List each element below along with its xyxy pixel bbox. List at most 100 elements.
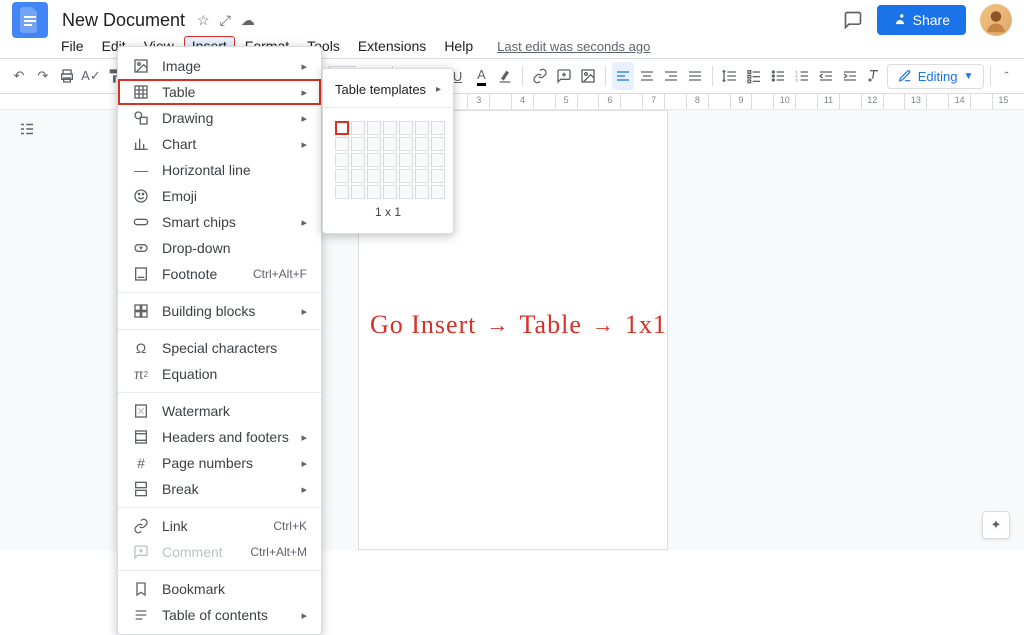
menu-help[interactable]: Help xyxy=(436,36,481,56)
table-grid-cell[interactable] xyxy=(415,169,429,183)
table-grid-cell[interactable] xyxy=(367,153,381,167)
table-grid-cell[interactable] xyxy=(415,137,429,151)
table-grid-cell[interactable] xyxy=(351,153,365,167)
comment-icon xyxy=(132,544,150,560)
insert-watermark[interactable]: Watermark xyxy=(118,398,321,424)
spellcheck-button[interactable]: A✓ xyxy=(80,62,102,90)
table-grid-cell[interactable] xyxy=(399,185,413,199)
align-center-button[interactable] xyxy=(636,62,658,90)
break-icon xyxy=(132,481,150,497)
table-grid-cell[interactable] xyxy=(351,185,365,199)
table-grid-cell[interactable] xyxy=(335,121,349,135)
line-spacing-button[interactable] xyxy=(719,62,741,90)
print-button[interactable] xyxy=(56,62,78,90)
table-grid-cell[interactable] xyxy=(399,169,413,183)
table-grid-cell[interactable] xyxy=(383,153,397,167)
table-grid-cell[interactable] xyxy=(335,185,349,199)
insert-footnote[interactable]: FootnoteCtrl+Alt+F xyxy=(118,261,321,287)
insert-image-button[interactable] xyxy=(577,62,599,90)
table-grid-cell[interactable] xyxy=(367,121,381,135)
menu-extensions[interactable]: Extensions xyxy=(350,36,434,56)
insert-table[interactable]: Table▸ xyxy=(118,79,321,105)
table-grid-cell[interactable] xyxy=(431,153,445,167)
table-grid-cell[interactable] xyxy=(415,185,429,199)
align-right-button[interactable] xyxy=(660,62,682,90)
undo-button[interactable]: ↶ xyxy=(8,62,30,90)
explore-button[interactable]: ✦ xyxy=(982,511,1010,539)
insert-image[interactable]: Image▸ xyxy=(118,53,321,79)
insert-drawing[interactable]: Drawing▸ xyxy=(118,105,321,131)
table-size-grid[interactable] xyxy=(323,113,453,203)
table-grid-cell[interactable] xyxy=(367,169,381,183)
docs-logo[interactable] xyxy=(12,2,48,38)
table-grid-cell[interactable] xyxy=(383,137,397,151)
table-grid-cell[interactable] xyxy=(383,185,397,199)
insert-special-characters[interactable]: ΩSpecial characters xyxy=(118,335,321,361)
account-avatar[interactable] xyxy=(980,4,1012,36)
insert-menu: Image▸Table▸Drawing▸Chart▸—Horizontal li… xyxy=(117,46,322,635)
star-icon[interactable]: ☆ xyxy=(197,12,210,29)
highlight-color-button[interactable] xyxy=(494,62,516,90)
align-justify-button[interactable] xyxy=(684,62,706,90)
decrease-indent-button[interactable] xyxy=(815,62,837,90)
ruler-tick xyxy=(664,94,686,109)
numbered-list-button[interactable]: 123 xyxy=(791,62,813,90)
insert-link-button[interactable] xyxy=(529,62,551,90)
insert-chart[interactable]: Chart▸ xyxy=(118,131,321,157)
table-grid-cell[interactable] xyxy=(335,169,349,183)
table-grid-cell[interactable] xyxy=(351,121,365,135)
table-grid-cell[interactable] xyxy=(399,137,413,151)
insert-table-of-contents[interactable]: Table of contents▸ xyxy=(118,602,321,628)
table-grid-cell[interactable] xyxy=(399,121,413,135)
table-grid-cell[interactable] xyxy=(431,121,445,135)
table-grid-cell[interactable] xyxy=(431,185,445,199)
menu-file[interactable]: File xyxy=(53,36,92,56)
insert-drop-down[interactable]: Drop-down xyxy=(118,235,321,261)
document-title[interactable]: New Document xyxy=(58,8,189,33)
table-grid-cell[interactable] xyxy=(431,169,445,183)
hide-menus-button[interactable]: ˆ xyxy=(997,69,1016,84)
move-icon[interactable]: ⤢ xyxy=(220,12,231,29)
add-comment-button[interactable] xyxy=(553,62,575,90)
comment-history-icon[interactable] xyxy=(843,10,863,30)
align-left-button[interactable] xyxy=(612,62,634,90)
last-edit-link[interactable]: Last edit was seconds ago xyxy=(497,39,650,54)
editing-mode-dropdown[interactable]: Editing ▼ xyxy=(887,64,985,89)
insert-page-numbers[interactable]: #Page numbers▸ xyxy=(118,450,321,476)
table-templates-item[interactable]: Table templates ▸ xyxy=(323,77,453,102)
table-grid-cell[interactable] xyxy=(335,153,349,167)
table-grid-cell[interactable] xyxy=(415,121,429,135)
insert-bookmark[interactable]: Bookmark xyxy=(118,576,321,602)
bulleted-list-button[interactable] xyxy=(767,62,789,90)
insert-break[interactable]: Break▸ xyxy=(118,476,321,502)
insert-emoji[interactable]: Emoji xyxy=(118,183,321,209)
table-grid-cell[interactable] xyxy=(431,137,445,151)
redo-button[interactable]: ↷ xyxy=(32,62,54,90)
annotation-text-1: Go Insert xyxy=(370,310,476,340)
annotation-text-2: Table xyxy=(519,310,581,340)
table-grid-cell[interactable] xyxy=(383,121,397,135)
table-grid-cell[interactable] xyxy=(399,153,413,167)
clear-formatting-button[interactable] xyxy=(863,62,885,90)
table-grid-cell[interactable] xyxy=(383,169,397,183)
outline-toggle-icon[interactable] xyxy=(18,120,36,138)
cloud-status-icon[interactable]: ☁ xyxy=(241,12,255,29)
table-grid-cell[interactable] xyxy=(351,137,365,151)
table-grid-cell[interactable] xyxy=(367,137,381,151)
table-grid-cell[interactable] xyxy=(335,137,349,151)
insert-comment: CommentCtrl+Alt+M xyxy=(118,539,321,565)
insert-equation[interactable]: π2Equation xyxy=(118,361,321,387)
insert-link[interactable]: LinkCtrl+K xyxy=(118,513,321,539)
insert-smart-chips[interactable]: Smart chips▸ xyxy=(118,209,321,235)
ruler-tick xyxy=(839,94,861,109)
insert-headers-and-footers[interactable]: Headers and footers▸ xyxy=(118,424,321,450)
checklist-button[interactable] xyxy=(743,62,765,90)
insert-horizontal-line[interactable]: —Horizontal line xyxy=(118,157,321,183)
table-grid-cell[interactable] xyxy=(367,185,381,199)
share-button[interactable]: Share xyxy=(877,5,966,35)
increase-indent-button[interactable] xyxy=(839,62,861,90)
text-color-button[interactable]: A xyxy=(471,62,493,90)
table-grid-cell[interactable] xyxy=(351,169,365,183)
insert-building-blocks[interactable]: Building blocks▸ xyxy=(118,298,321,324)
table-grid-cell[interactable] xyxy=(415,153,429,167)
